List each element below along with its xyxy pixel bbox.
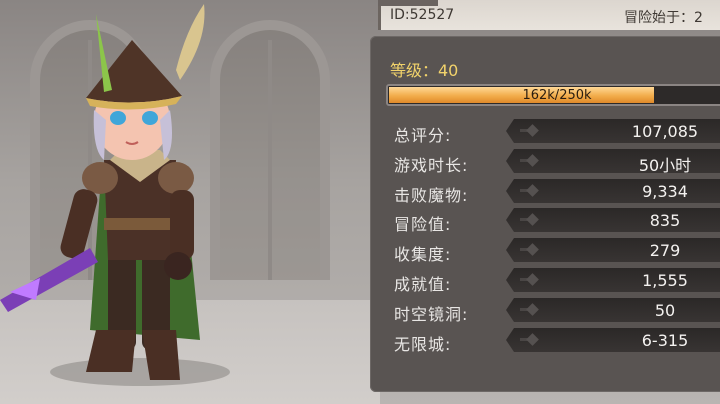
stat-row: 游戏时长: 50小时	[394, 149, 720, 175]
stat-label: 击败魔物:	[394, 186, 469, 205]
diamond-icon	[526, 124, 539, 137]
character-hat-leaf	[96, 14, 112, 92]
stat-row: 击败魔物: 9,334	[394, 179, 720, 205]
character-eye-right	[142, 111, 158, 125]
character-arm-right	[170, 190, 194, 260]
character-shoulder-left	[82, 162, 118, 194]
adventure-start-date: 冒险始于：2	[624, 10, 703, 26]
purple-crystal-sword	[0, 248, 98, 312]
stat-row: 时空镜洞: 50	[394, 298, 720, 324]
stat-value: 50	[654, 301, 676, 320]
xp-progress-text: 162k/250k	[522, 87, 592, 103]
stat-label: 收集度:	[394, 245, 452, 264]
stat-label: 总评分:	[394, 126, 452, 145]
level-label: 等级：40	[390, 61, 459, 80]
character-feather	[176, 4, 205, 80]
stat-row: 总评分: 107,085	[394, 119, 720, 145]
character-shadow	[50, 358, 230, 386]
hero-character-portrait	[0, 4, 230, 386]
stat-label: 冒险值:	[394, 215, 452, 234]
diamond-icon	[526, 213, 539, 226]
diamond-icon	[526, 303, 539, 316]
stat-row: 无限城: 6-315	[394, 328, 720, 354]
character-eye-left	[110, 111, 126, 125]
diamond-icon	[526, 243, 539, 256]
stat-value: 107,085	[631, 122, 699, 141]
character-glove-right	[164, 252, 192, 280]
diamond-icon	[526, 154, 539, 167]
stat-label: 无限城:	[394, 335, 452, 354]
stat-row: 冒险值: 835	[394, 208, 720, 234]
stat-label: 游戏时长:	[394, 156, 469, 175]
stat-row: 收集度: 279	[394, 238, 720, 264]
stat-value: 6-315	[641, 331, 689, 350]
stat-label: 成就值:	[394, 275, 452, 294]
stat-label: 时空镜洞:	[394, 305, 469, 324]
character-belt	[104, 218, 174, 230]
stat-value: 50小时	[638, 156, 692, 175]
character-shoulder-right	[158, 162, 194, 194]
character-boot-left	[86, 330, 136, 372]
diamond-icon	[526, 273, 539, 286]
stat-value: 9,334	[642, 182, 688, 201]
diamond-icon	[526, 333, 539, 346]
stat-row: 成就值: 1,555	[394, 268, 720, 294]
stat-value: 279	[649, 241, 681, 260]
stat-value: 835	[649, 211, 681, 230]
header-plate	[378, 0, 438, 6]
character-arm-left	[60, 189, 98, 259]
xp-progress-bar: 162k/250k	[386, 84, 720, 106]
diamond-icon	[526, 184, 539, 197]
player-id: ID:52527	[390, 7, 455, 23]
stat-value: 1,555	[642, 271, 688, 290]
